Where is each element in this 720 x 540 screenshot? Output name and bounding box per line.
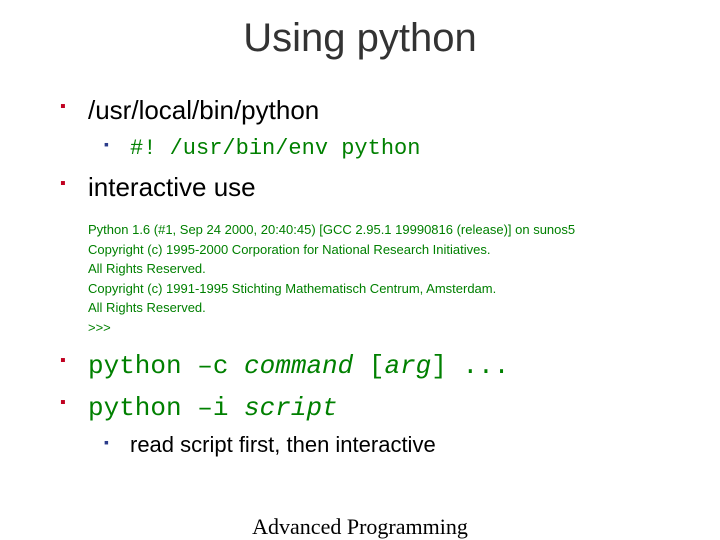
slide-title: Using python <box>40 16 680 61</box>
arg-arg: arg <box>384 351 431 381</box>
bullet-item: interactive use <box>60 168 680 208</box>
bullet-list: /usr/local/bin/python #! /usr/bin/env py… <box>60 91 680 208</box>
bullet-text: interactive use <box>88 172 256 202</box>
slide: Using python /usr/local/bin/python #! /u… <box>0 0 720 540</box>
bullet-item: python –c command [arg] ... <box>60 345 680 387</box>
sub-bullet-item: #! /usr/bin/env python <box>104 130 680 166</box>
code-prompt: >>> <box>88 318 680 338</box>
arg-script: script <box>244 393 338 423</box>
python-cmd-prefix: python –i <box>88 393 244 423</box>
code-line: All Rights Reserved. <box>88 259 680 279</box>
bullet-list: python –c command [arg] ... python –i sc… <box>60 345 680 464</box>
arg-command: command <box>244 351 353 381</box>
bullet-text: read script first, then interactive <box>130 432 436 457</box>
code-line: Copyright (c) 1991-1995 Stichting Mathem… <box>88 279 680 299</box>
code-line: Copyright (c) 1995-2000 Corporation for … <box>88 240 680 260</box>
interpreter-output: Python 1.6 (#1, Sep 24 2000, 20:40:45) [… <box>88 220 680 337</box>
bullet-item: python –i script read script first, then… <box>60 387 680 464</box>
sub-bullet-list: #! /usr/bin/env python <box>104 130 680 166</box>
bullet-item: /usr/local/bin/python #! /usr/bin/env py… <box>60 91 680 168</box>
bullet-text: /usr/local/bin/python <box>88 95 319 125</box>
python-cmd-prefix: python –c <box>88 351 244 381</box>
footer-label: Advanced Programming <box>0 514 720 540</box>
code-line: All Rights Reserved. <box>88 298 680 318</box>
code-line: Python 1.6 (#1, Sep 24 2000, 20:40:45) [… <box>88 220 680 240</box>
bracket-open: [ <box>353 351 384 381</box>
sub-bullet-list: read script first, then interactive <box>104 428 680 462</box>
sub-bullet-item: read script first, then interactive <box>104 428 680 462</box>
shebang-line: #! /usr/bin/env python <box>130 136 420 161</box>
bracket-close: ] ... <box>431 351 509 381</box>
